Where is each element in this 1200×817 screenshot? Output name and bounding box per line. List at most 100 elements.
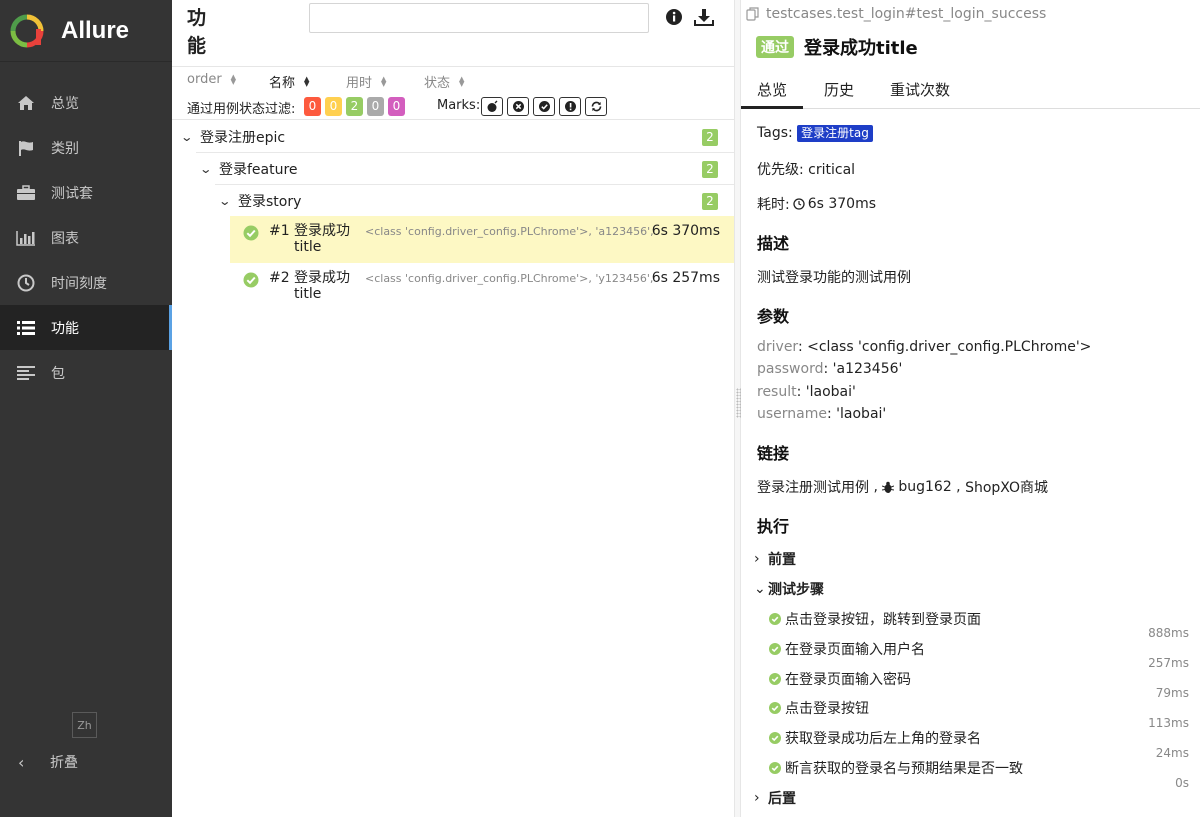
tree-node-label: 登录feature [219, 162, 298, 178]
step-duration: 257ms [1148, 656, 1189, 670]
sidebar-item-behaviors[interactable]: 功能 [0, 305, 172, 350]
sidebar-item-overview[interactable]: 总览 [0, 80, 172, 125]
sort-by-order[interactable]: order ▲ ▼ [187, 72, 236, 87]
language-switch-button[interactable]: Zh [72, 712, 97, 738]
step-row[interactable]: 获取登录成功后左上角的登录名 [769, 728, 981, 748]
tree-node-story[interactable]: ⌄ 登录story 2 [172, 185, 734, 217]
setup-toggle[interactable]: › 前置 [754, 549, 796, 569]
sidebar-item-timeline[interactable]: 时间刻度 [0, 260, 172, 305]
brand[interactable]: Allure [0, 0, 172, 62]
sidebar-item-graphs[interactable]: 图表 [0, 215, 172, 260]
sidebar-item-label: 功能 [51, 320, 79, 337]
filter-failed-badge[interactable]: 0 [304, 97, 321, 116]
tab-history[interactable]: 历史 [823, 70, 855, 109]
bomb-icon[interactable] [481, 97, 503, 116]
collapse-label: 折叠 [50, 755, 78, 771]
passed-count-badge: 2 [702, 160, 718, 178]
tree-node-label: 登录story [238, 194, 302, 210]
filter-broken-badge[interactable]: 0 [325, 97, 342, 116]
link-testcase[interactable]: 登录注册测试用例 [757, 477, 869, 497]
tree-node-feature[interactable]: ⌄ 登录feature 2 [172, 153, 734, 185]
step-label: 在登录页面输入用户名 [785, 642, 925, 658]
link-separator: , [869, 479, 883, 495]
param-value: 'laobai' [805, 384, 856, 400]
sidebar-item-label: 类别 [51, 140, 79, 157]
step-label: 点击登录按钮 [785, 701, 869, 717]
link-separator: , [951, 479, 966, 495]
sort-arrows-icon: ▲ ▼ [381, 74, 387, 88]
chevron-left-icon: ‹ [18, 752, 25, 772]
step-row[interactable]: 在登录页面输入密码 [769, 669, 911, 689]
search-input[interactable] [309, 3, 649, 33]
sidebar-item-label: 图表 [51, 230, 79, 247]
test-case-row[interactable]: #2 登录成功title <class 'config.driver_confi… [230, 263, 734, 310]
links-row: 登录注册测试用例 , bug162 , ShopXO商城 [757, 477, 1048, 497]
step-label: 在登录页面输入密码 [785, 672, 911, 688]
sidebar-item-suites[interactable]: 测试套 [0, 170, 172, 215]
info-icon[interactable] [559, 97, 581, 116]
retry-icon[interactable] [585, 97, 607, 116]
chevron-down-icon: ⌄ [180, 130, 194, 144]
sort-label: 状态 [424, 76, 451, 91]
flag-icon [16, 139, 36, 157]
test-number: #1 [269, 223, 290, 239]
sort-by-name[interactable]: 名称 ▲ ▼ [269, 72, 309, 91]
step-row[interactable]: 点击登录按钮 [769, 698, 869, 718]
sidebar-item-categories[interactable]: 类别 [0, 125, 172, 170]
bar-chart-icon [16, 229, 36, 247]
tab-retries[interactable]: 重试次数 [889, 70, 951, 109]
x-circle-icon[interactable] [507, 97, 529, 116]
param-row: result: 'laobai' [757, 384, 856, 400]
sidebar-item-label: 测试套 [51, 185, 93, 202]
sidebar-item-packages[interactable]: 包 [0, 350, 172, 395]
tab-overview[interactable]: 总览 [741, 70, 803, 109]
step-duration: 79ms [1155, 686, 1189, 700]
pane-splitter[interactable] [734, 0, 741, 817]
tree-node-epic[interactable]: ⌄ 登录注册epic 2 [172, 121, 734, 153]
link-shop[interactable]: ShopXO商城 [965, 477, 1048, 497]
briefcase-icon [16, 184, 36, 202]
copy-icon[interactable] [746, 7, 760, 21]
passed-count-badge: 2 [702, 128, 718, 146]
sort-arrows-icon: ▲ ▼ [230, 72, 237, 86]
filter-skipped-badge[interactable]: 0 [367, 97, 384, 116]
step-row[interactable]: 断言获取的登录名与预期结果是否一致 [769, 758, 1023, 778]
step-row[interactable]: 在登录页面输入用户名 [769, 639, 925, 659]
sort-label: order [187, 72, 222, 87]
passed-check-icon [769, 673, 781, 685]
passed-check-icon [769, 613, 781, 625]
filter-passed-badge[interactable]: 2 [346, 97, 363, 116]
test-params: <class 'config.driver_config.PLChrome'>,… [365, 225, 655, 238]
sort-by-duration[interactable]: 用时 ▲ ▼ [346, 72, 386, 91]
param-row: password: 'a123456' [757, 361, 903, 377]
test-number: #2 [269, 270, 290, 286]
collapse-sidebar-button[interactable]: ‹ 折叠 [18, 752, 78, 772]
list-icon [16, 319, 36, 337]
test-params: <class 'config.driver_config.PLChrome'>,… [365, 272, 655, 285]
param-row: username: 'laobai' [757, 406, 887, 422]
sidebar-item-label: 总览 [51, 95, 79, 112]
info-icon[interactable] [665, 8, 685, 28]
test-steps-label: 测试步骤 [768, 582, 824, 598]
passed-count-badge: 2 [702, 192, 718, 210]
filter-unknown-badge[interactable]: 0 [388, 97, 405, 116]
sidebar-nav: 总览 类别 测试套 图表 时间刻度 功能 包 [0, 80, 172, 395]
teardown-toggle[interactable]: › 后置 [754, 788, 796, 808]
tag-chip[interactable]: 登录注册tag [797, 125, 873, 142]
marks-label: Marks: [437, 98, 481, 113]
step-row[interactable]: 点击登录按钮，跳转到登录页面 [769, 609, 981, 629]
step-duration: 888ms [1148, 626, 1189, 640]
links-title: 链接 [757, 444, 790, 463]
test-path-text: testcases.test_login#test_login_success [766, 6, 1047, 22]
chevron-down-icon: ⌄ [199, 162, 213, 176]
test-case-row[interactable]: #1 登录成功title <class 'config.driver_confi… [230, 216, 734, 263]
download-icon[interactable] [694, 8, 714, 28]
check-circle-icon[interactable] [533, 97, 555, 116]
home-icon [16, 94, 36, 112]
sort-label: 用时 [346, 76, 373, 91]
sort-by-status[interactable]: 状态 ▲ ▼ [424, 72, 464, 91]
test-name: 登录成功title [294, 223, 350, 255]
test-steps-toggle[interactable]: ⌄ 测试步骤 [754, 579, 824, 599]
page-title: 功能 [187, 7, 207, 57]
link-bug[interactable]: bug162 [898, 479, 951, 495]
